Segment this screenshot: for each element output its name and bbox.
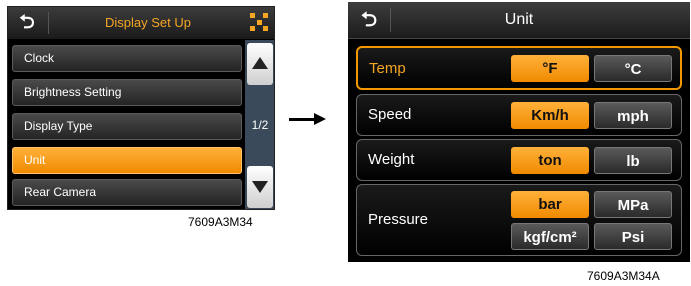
weight-row: Weight ton lb — [356, 139, 682, 181]
title-bar: Unit ⮌ — [348, 2, 690, 39]
speed-mph-button[interactable]: mph — [594, 102, 672, 129]
scroll-column: 1/2 — [245, 40, 274, 209]
scroll-down-button[interactable] — [247, 166, 273, 208]
temp-fahrenheit-button[interactable]: °F — [511, 55, 589, 82]
figure-code-left: 7609A3M34 — [188, 215, 253, 229]
speed-kmh-button[interactable]: Km/h — [511, 102, 589, 129]
home-icon[interactable] — [250, 13, 268, 31]
menu-item-rear-camera[interactable]: Rear Camera — [12, 179, 242, 206]
weight-ton-button[interactable]: ton — [511, 147, 589, 174]
transition-arrow-head-icon — [314, 113, 326, 125]
pressure-mpa-button[interactable]: MPa — [594, 191, 672, 218]
menu-item-brightness-setting[interactable]: Brightness Setting — [12, 79, 242, 106]
divider — [390, 8, 391, 32]
unit-screen: Unit ⮌ Temp °F °C Speed Km/h mph Weight … — [348, 2, 690, 262]
back-arrow-icon[interactable]: ⮌ — [354, 7, 384, 33]
menu-item-display-type[interactable]: Display Type — [12, 113, 242, 140]
down-arrow-icon — [252, 181, 268, 193]
temp-label: Temp — [369, 60, 406, 77]
speed-label: Speed — [368, 106, 412, 123]
figure-code-right: 7609A3M34A — [587, 269, 660, 283]
temp-row: Temp °F °C — [356, 46, 682, 90]
weight-lb-button[interactable]: lb — [594, 147, 672, 174]
temp-celsius-button[interactable]: °C — [594, 55, 672, 82]
menu-item-clock[interactable]: Clock — [12, 45, 242, 72]
title-bar: ⮌ Display Set Up — [8, 7, 274, 39]
pressure-bar-button[interactable]: bar — [511, 191, 589, 218]
pressure-label: Pressure — [368, 211, 429, 228]
screen-title: Unit — [504, 11, 534, 28]
back-arrow-icon[interactable]: ⮌ — [12, 10, 42, 35]
transition-arrow-icon — [289, 118, 316, 121]
divider — [48, 12, 49, 34]
display-setup-screen: ⮌ Display Set Up Clock Brightness Settin… — [7, 6, 275, 210]
screen-title: Display Set Up — [105, 15, 191, 30]
speed-row: Speed Km/h mph — [356, 94, 682, 136]
pressure-row: Pressure bar MPa kgf/cm² Psi — [356, 184, 682, 256]
menu-item-unit[interactable]: Unit — [12, 147, 242, 174]
weight-label: Weight — [368, 151, 415, 168]
page-indicator: 1/2 — [251, 118, 269, 132]
pressure-kgf-cm2-button[interactable]: kgf/cm² — [511, 223, 589, 250]
scroll-up-button[interactable] — [247, 43, 273, 85]
up-arrow-icon — [252, 57, 268, 69]
pressure-psi-button[interactable]: Psi — [594, 223, 672, 250]
